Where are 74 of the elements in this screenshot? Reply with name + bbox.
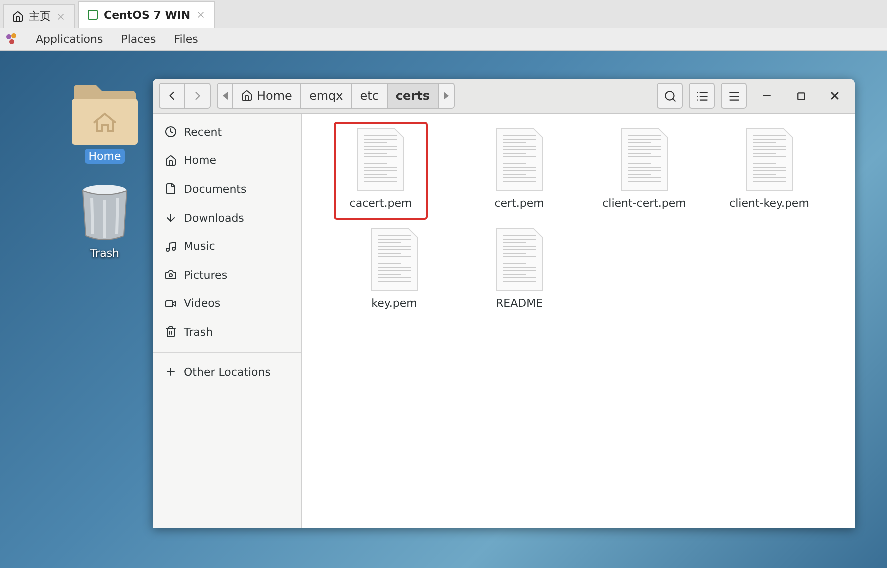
text-file-icon <box>746 128 794 192</box>
sidebar-label: Videos <box>184 297 221 310</box>
sidebar-label: Recent <box>184 126 222 139</box>
text-file-icon <box>357 128 405 192</box>
sidebar-label: Pictures <box>184 268 228 282</box>
browser-tab[interactable]: CentOS 7 WIN <box>78 1 215 28</box>
sidebar-item[interactable]: Pictures <box>153 260 301 290</box>
file-item[interactable]: README <box>457 222 582 320</box>
file-name: README <box>496 297 544 310</box>
clock-icon <box>165 126 177 138</box>
highlight-frame[interactable]: cacert.pem <box>334 122 428 220</box>
text-file-icon <box>496 228 544 292</box>
path-button[interactable]: Home <box>233 83 302 109</box>
sidebar-label: Trash <box>184 326 214 339</box>
text-file-icon <box>496 128 544 192</box>
path-button[interactable]: etc <box>352 83 388 109</box>
menu-button[interactable] <box>721 83 747 109</box>
file-name: client-key.pem <box>730 197 810 210</box>
download-icon <box>165 212 177 224</box>
sidebar-item[interactable]: Documents <box>153 175 301 204</box>
right-triangle-icon <box>444 92 449 100</box>
close-icon <box>829 90 841 102</box>
back-button[interactable] <box>159 83 185 109</box>
home-icon <box>12 10 24 22</box>
text-file-icon <box>620 128 668 192</box>
file-name: cert.pem <box>494 197 544 210</box>
trash-can-icon[interactable] <box>80 182 130 242</box>
path-scroll-left-button[interactable] <box>217 83 233 109</box>
path-button[interactable]: emqx <box>301 83 352 109</box>
menu-item[interactable]: Applications <box>36 32 104 46</box>
sidebar-label: Downloads <box>184 212 244 225</box>
menu-icon <box>728 90 740 102</box>
sidebar-label: Documents <box>184 182 247 196</box>
search-icon <box>664 90 676 102</box>
text-file-icon <box>370 228 418 292</box>
file-item[interactable]: cert.pem <box>457 122 582 220</box>
trash-icon <box>165 326 177 338</box>
file-name: client-cert.pem <box>602 197 686 210</box>
video-camera-icon <box>165 298 177 310</box>
sidebar-label: Home <box>184 154 216 168</box>
file-item[interactable]: client-cert.pem <box>582 122 707 220</box>
search-button[interactable] <box>657 83 683 109</box>
menu-item[interactable]: Places <box>121 32 156 46</box>
browser-tab[interactable]: 主页 <box>3 4 75 28</box>
file-item[interactable]: client-key.pem <box>707 122 832 220</box>
camera-icon <box>165 269 177 282</box>
plus-icon <box>165 366 177 378</box>
music-icon <box>165 240 177 253</box>
sidebar-item[interactable]: Other Locations <box>153 358 301 386</box>
list-icon <box>696 90 708 102</box>
file-name: key.pem <box>372 297 418 310</box>
home-icon <box>241 90 253 102</box>
sidebar-item[interactable]: Home <box>153 146 301 176</box>
maximize-icon <box>796 92 806 100</box>
home-icon <box>165 154 177 167</box>
applications-logo-icon <box>6 33 18 45</box>
document-icon <box>165 183 177 196</box>
file-item[interactable]: key.pem <box>332 222 457 320</box>
left-triangle-icon <box>222 92 228 100</box>
sidebar-item[interactable]: Recent <box>153 118 301 147</box>
path-scroll-right-button[interactable] <box>438 83 455 109</box>
vm-icon <box>87 9 99 21</box>
view-toggle-button[interactable] <box>689 83 715 109</box>
file-name: cacert.pem <box>350 197 412 210</box>
menu-item[interactable]: Files <box>174 32 198 46</box>
desktop-icon-label[interactable]: Trash <box>86 246 124 261</box>
sidebar-item[interactable]: Videos <box>153 290 301 318</box>
sidebar-item[interactable]: Music <box>153 232 301 261</box>
sidebar-item[interactable]: Downloads <box>153 204 301 232</box>
close-icon[interactable] <box>196 10 206 20</box>
path-button[interactable]: certs <box>388 83 439 109</box>
sidebar-item[interactable]: Trash <box>153 318 301 347</box>
sidebar-label: Music <box>184 240 216 254</box>
home-folder-icon[interactable] <box>72 83 138 145</box>
